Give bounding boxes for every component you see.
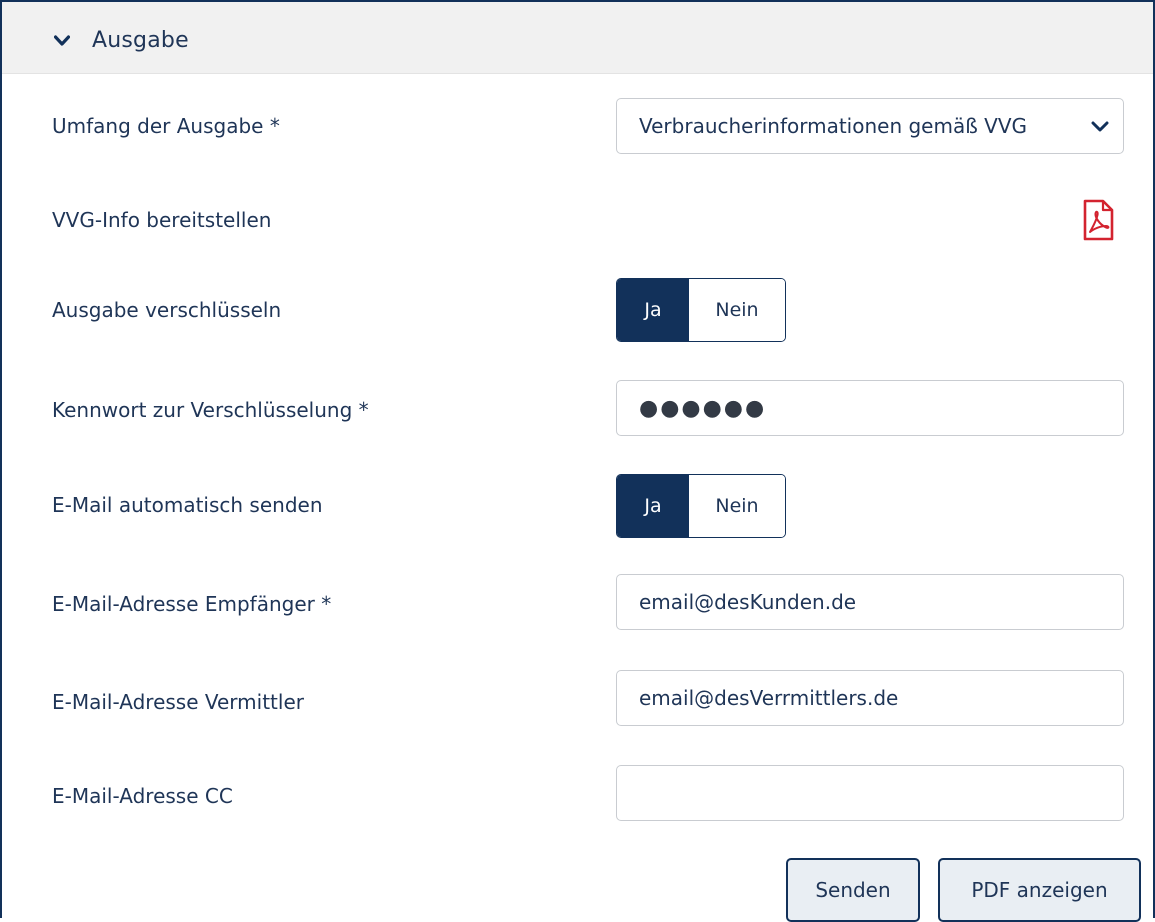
password-label: Kennwort zur Verschlüsselung * [52,398,369,422]
email-recipient-field[interactable]: email@desKunden.de [616,574,1124,630]
output-panel: Ausgabe Umfang der Ausgabe * Verbraucher… [0,0,1155,922]
send-button[interactable]: Senden [786,858,920,922]
email-broker-value: email@desVerrmittlers.de [639,686,899,710]
password-masked-value: ●●●●●● [639,395,767,421]
password-field[interactable]: ●●●●●● [616,380,1124,436]
pdf-file-icon[interactable] [1076,198,1120,242]
umfang-selected-value: Verbraucherinformationen gemäß VVG [639,114,1028,138]
email-recipient-label: E-Mail-Adresse Empfänger * [52,592,332,616]
email-recipient-value: email@desKunden.de [639,590,857,614]
show-pdf-button[interactable]: PDF anzeigen [938,858,1141,922]
email-broker-field[interactable]: email@desVerrmittlers.de [616,670,1124,726]
auto-email-label: E-Mail automatisch senden [52,493,323,517]
encrypt-toggle[interactable]: Ja Nein [616,278,786,342]
chevron-down-icon [1091,120,1109,134]
auto-email-no-option[interactable]: Nein [689,475,785,537]
umfang-select[interactable]: Verbraucherinformationen gemäß VVG [616,98,1124,154]
section-header-ausgabe[interactable]: Ausgabe [2,2,1153,74]
auto-email-yes-option[interactable]: Ja [617,475,689,537]
auto-email-toggle[interactable]: Ja Nein [616,474,786,538]
section-title: Ausgabe [92,28,189,53]
vvg-info-label: VVG-Info bereitstellen [52,208,272,232]
email-cc-label: E-Mail-Adresse CC [52,784,233,808]
chevron-down-icon[interactable] [54,35,70,47]
encrypt-label: Ausgabe verschlüsseln [52,298,282,322]
email-broker-label: E-Mail-Adresse Vermittler [52,690,304,714]
umfang-label: Umfang der Ausgabe * [52,114,280,138]
encrypt-yes-option[interactable]: Ja [617,279,689,341]
encrypt-no-option[interactable]: Nein [689,279,785,341]
email-cc-field[interactable] [616,765,1124,821]
